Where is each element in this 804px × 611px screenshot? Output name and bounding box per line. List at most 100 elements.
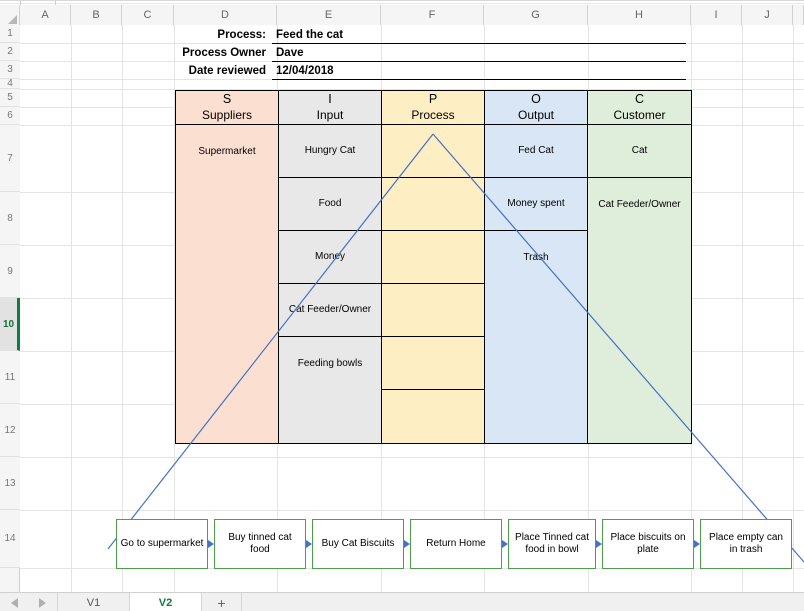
sipoc-cell-o-6[interactable]: [485, 390, 588, 443]
sipoc-cell-i-6[interactable]: [279, 390, 382, 443]
row-header-1[interactable]: 1: [0, 25, 20, 43]
flow-step-1[interactable]: Go to supermarket: [116, 519, 208, 569]
row-header-3[interactable]: 3: [0, 61, 20, 79]
row-header-10[interactable]: 10: [0, 298, 20, 351]
grid-vline: [742, 25, 743, 592]
sipoc-cell-p-1[interactable]: [382, 125, 485, 178]
sipoc-cell-s-2[interactable]: [176, 178, 279, 231]
column-header-b[interactable]: B: [71, 5, 122, 25]
flow-step-7[interactable]: Place empty can in trash: [700, 519, 792, 569]
flow-step-5[interactable]: Place Tinned cat food in bowl: [508, 519, 596, 569]
row-header-9[interactable]: 9: [0, 245, 20, 298]
sipoc-cell-c-1[interactable]: Cat: [588, 125, 691, 178]
sipoc-letter-p: P: [428, 92, 438, 107]
sipoc-cell-o-4[interactable]: [485, 284, 588, 337]
sipoc-cell-p-2[interactable]: [382, 178, 485, 231]
sipoc-cell-o-1[interactable]: Fed Cat: [485, 125, 588, 178]
column-header-partial[interactable]: [793, 5, 804, 25]
window-top-edge: [0, 0, 804, 1]
sipoc-cell-c-3[interactable]: [588, 231, 691, 284]
form-row-2: Process Owner Dave: [174, 44, 692, 62]
row-header-11[interactable]: 11: [0, 351, 20, 404]
form-value-2[interactable]: Dave: [272, 44, 686, 62]
sipoc-letter-c: C: [634, 92, 645, 107]
sipoc-cell-i-1[interactable]: Hungry Cat: [279, 125, 382, 178]
sipoc-cell-o-5[interactable]: [485, 337, 588, 390]
sipoc-header-s: S Suppliers: [176, 91, 279, 125]
column-header-e[interactable]: E: [277, 5, 381, 25]
sipoc-cell-c-5[interactable]: [588, 337, 691, 390]
sipoc-cell-c-4[interactable]: [588, 284, 691, 337]
sipoc-header-p: P Process: [382, 91, 485, 125]
sipoc-cell-p-4[interactable]: [382, 284, 485, 337]
sipoc-cell-o-3[interactable]: Trash: [485, 231, 588, 284]
sheet-tab-v1[interactable]: V1: [58, 593, 130, 611]
row-header-6[interactable]: 6: [0, 107, 20, 125]
flow-step-6[interactable]: Place biscuits on plate: [602, 519, 694, 569]
row-header-13[interactable]: 13: [0, 457, 20, 510]
add-sheet-button[interactable]: +: [202, 593, 242, 611]
sipoc-column-customer: C Customer Cat Cat Feeder/Owner: [588, 91, 691, 443]
flow-step-label-7: Place empty can in trash: [709, 531, 783, 556]
sipoc-cell-i-3[interactable]: Money: [279, 231, 382, 284]
next-sheet-arrow-icon[interactable]: [39, 597, 47, 608]
column-header-c[interactable]: C: [122, 5, 174, 25]
sipoc-title-output: Output: [517, 107, 555, 122]
row-header-14[interactable]: 14: [0, 510, 20, 568]
row-header-2[interactable]: 2: [0, 43, 20, 61]
row-header-12[interactable]: 12: [0, 404, 20, 457]
column-header-i[interactable]: I: [691, 5, 742, 25]
column-header-d[interactable]: D: [174, 5, 277, 25]
form-value-1[interactable]: Feed the cat: [272, 26, 686, 44]
sipoc-title-input: Input: [316, 107, 344, 122]
sipoc-cell-s-1[interactable]: Supermarket: [176, 125, 279, 178]
select-all-triangle-icon: [8, 15, 17, 24]
flow-step-4[interactable]: Return Home: [410, 519, 502, 569]
sipoc-column-input: I Input Hungry Cat Food Money Cat Feeder/Owne…: [279, 91, 382, 443]
row-header-4[interactable]: 4: [0, 78, 20, 89]
row-header-5[interactable]: 5: [0, 89, 20, 107]
sipoc-letter-i: I: [328, 92, 332, 107]
sipoc-column-output: O Output Fed Cat Money spent Trash: [485, 91, 588, 443]
sipoc-cell-p-3[interactable]: [382, 231, 485, 284]
tab-bar-filler: [242, 593, 804, 611]
form-value-3[interactable]: 12/04/2018: [272, 62, 686, 80]
add-sheet-label: +: [217, 594, 226, 611]
sipoc-title-process: Process: [411, 107, 455, 122]
sipoc-cell-o-2[interactable]: Money spent: [485, 178, 588, 231]
sipoc-cell-s-3[interactable]: [176, 231, 279, 284]
sipoc-cell-s-5[interactable]: [176, 337, 279, 390]
row-header-8[interactable]: 8: [0, 192, 20, 245]
sipoc-table: S Suppliers Supermarket I Input Hungry Cat Foo…: [175, 90, 692, 444]
grid-vline: [793, 25, 794, 592]
sipoc-cell-c-6[interactable]: [588, 390, 691, 443]
sheet-nav-buttons[interactable]: [0, 593, 58, 611]
select-all-corner[interactable]: [0, 5, 20, 25]
window-top-edge-2: [0, 3, 804, 4]
sipoc-cell-s-4[interactable]: [176, 284, 279, 337]
sipoc-cell-p-6[interactable]: [382, 390, 485, 443]
flow-step-label-4: Return Home: [426, 537, 486, 549]
sipoc-cell-i-4[interactable]: Cat Feeder/Owner: [279, 284, 382, 337]
flow-step-3[interactable]: Buy Cat Biscuits: [312, 519, 404, 569]
column-header-f[interactable]: F: [381, 5, 484, 25]
sheet-tab-label-v1: V1: [86, 596, 101, 609]
form-label-3: Date reviewed: [188, 65, 266, 77]
column-header-j[interactable]: J: [742, 5, 793, 25]
flow-step-2[interactable]: Buy tinned cat food: [214, 519, 306, 569]
grid-vline: [122, 25, 123, 592]
column-header-a[interactable]: A: [20, 5, 71, 25]
sheet-tab-v2[interactable]: V2: [130, 593, 202, 611]
sipoc-cell-c-2[interactable]: Cat Feeder/Owner: [588, 178, 691, 231]
prev-sheet-arrow-icon[interactable]: [10, 597, 18, 608]
sipoc-cell-p-5[interactable]: [382, 337, 485, 390]
column-header-h[interactable]: H: [588, 5, 691, 25]
sipoc-cell-i-5[interactable]: Feeding bowls: [279, 337, 382, 390]
sipoc-column-suppliers: S Suppliers Supermarket: [176, 91, 279, 443]
sipoc-cell-s-6[interactable]: [176, 390, 279, 443]
sipoc-letter-s: S: [222, 92, 232, 107]
sipoc-cell-i-2[interactable]: Food: [279, 178, 382, 231]
row-header-7[interactable]: 7: [0, 125, 20, 192]
column-header-g[interactable]: G: [484, 5, 588, 25]
sheet-tab-label-v2: V2: [158, 596, 173, 609]
